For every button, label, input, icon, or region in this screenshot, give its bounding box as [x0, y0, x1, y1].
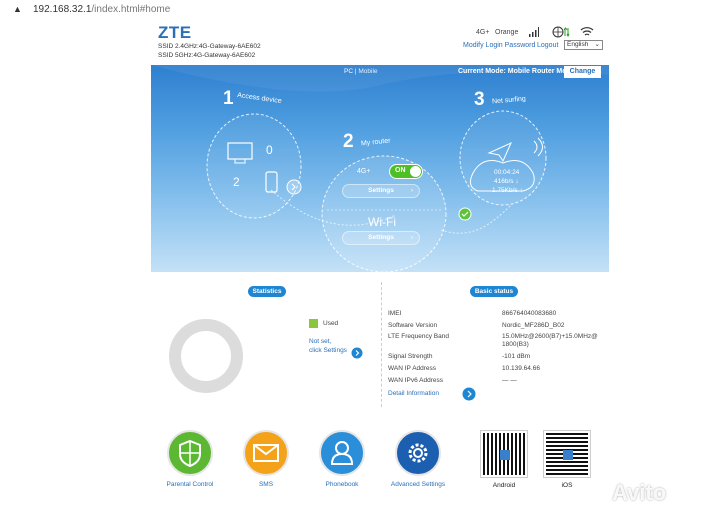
statistics-badge: Statistics: [248, 286, 286, 297]
not-set-text: Not set,: [309, 338, 332, 345]
step1-number: 1: [223, 88, 234, 109]
url-text[interactable]: 192.168.32.1/index.html#home: [33, 4, 170, 15]
step2-number: 2: [343, 131, 354, 152]
wan-ipv6-label: WAN IPv6 Address: [388, 377, 444, 384]
advanced-settings-label[interactable]: Advanced Settings: [377, 481, 459, 488]
wifi-label: Wi-Fi: [368, 215, 396, 229]
connected-check-icon: [458, 207, 472, 221]
signal-strength-label: Signal Strength: [388, 353, 433, 360]
zte-logo: ZTE: [158, 23, 192, 42]
detail-information-link[interactable]: Detail Information: [388, 390, 439, 397]
basic-status-badge: Basic status: [470, 286, 518, 297]
ios-label: iOS: [561, 482, 573, 489]
pc-mode-link[interactable]: PC: [344, 68, 353, 75]
avito-watermark: Avito: [612, 480, 667, 505]
statistics-settings-arrow-button[interactable]: [351, 347, 363, 359]
mobile-data-toggle[interactable]: ON: [389, 164, 423, 179]
wifi-icon: [580, 27, 594, 36]
browser-address-bar[interactable]: ▲ 192.168.32.1/index.html#home: [0, 0, 720, 20]
modify-password-link[interactable]: Modify Login Password: [463, 42, 535, 49]
access-device-arrow-button[interactable]: [286, 179, 302, 195]
download-rate: 416b/s ↓: [494, 178, 519, 185]
lte-band-value-line2: 1800(B3): [502, 341, 529, 348]
android-label: Android: [492, 482, 516, 489]
connection-duration: 00:04:24: [494, 169, 520, 176]
phonebook-label[interactable]: Phonebook: [306, 481, 378, 488]
usage-ring-chart: [169, 319, 243, 393]
internet-connected-icon: [552, 26, 570, 38]
person-icon[interactable]: [319, 430, 365, 476]
router-page: ZTE SSID 2.4GHz:4G-Gateway-6AE602 SSID 5…: [151, 20, 609, 521]
network-settings-button[interactable]: Settings ›: [342, 184, 420, 198]
computer-count: 0: [266, 143, 273, 157]
chevron-right-icon: ›: [410, 187, 413, 194]
mobile-mode-link[interactable]: Mobile: [358, 68, 377, 75]
signal-strength-value: -101 dBm: [502, 353, 531, 360]
android-qr-code: [480, 430, 528, 478]
chevron-right-icon: ›: [410, 234, 413, 241]
parental-control-label[interactable]: Parental Control: [154, 481, 226, 488]
lte-band-label: LTE Frequency Band: [388, 333, 449, 340]
view-mode-switch[interactable]: PC | Mobile: [344, 68, 378, 75]
imei-value: 866764040083680: [502, 310, 557, 317]
software-version-label: Software Version: [388, 322, 438, 329]
network-type: 4G+: [476, 29, 490, 36]
wan-ipv6-value: — —: [502, 377, 517, 384]
sms-label[interactable]: SMS: [230, 481, 302, 488]
warning-icon: ▲: [13, 4, 22, 14]
upload-rate: 1.75Kb/s ↑: [492, 187, 523, 194]
ios-qr-code: [543, 430, 591, 478]
operator-name: Orange: [495, 29, 519, 36]
imei-label: IMEI: [388, 310, 402, 317]
ssid-24: SSID 2.4GHz:4G-Gateway-6AE602: [158, 43, 261, 50]
wan-ip-value: 10.139.64.66: [502, 365, 540, 372]
wan-ip-label: WAN IP Address: [388, 365, 437, 372]
ssid-5: SSID 5GHz:4G-Gateway-6AE602: [158, 52, 256, 59]
network-label: 4G+: [357, 168, 371, 175]
language-select[interactable]: English ⌄: [564, 40, 603, 50]
shield-icon[interactable]: [167, 430, 213, 476]
section-divider: [381, 282, 382, 407]
chevron-down-icon: ⌄: [594, 41, 600, 48]
header: ZTE SSID 2.4GHz:4G-Gateway-6AE602 SSID 5…: [151, 20, 609, 66]
wifi-settings-button[interactable]: Settings ›: [342, 231, 420, 245]
hero-panel: PC | Mobile Current Mode: Mobile Router …: [151, 65, 609, 272]
gear-icon[interactable]: [395, 430, 441, 476]
envelope-icon[interactable]: [243, 430, 289, 476]
signal-icon: [529, 27, 539, 37]
lte-band-value: 15.0MHz@2600(B7)+15.0MHz@: [502, 333, 598, 340]
used-legend-swatch: [309, 319, 318, 328]
detail-arrow-button[interactable]: [462, 387, 476, 401]
phone-count: 2: [233, 175, 240, 189]
logout-link[interactable]: Logout: [537, 42, 558, 49]
software-version-value: Nordic_MF286D_B02: [502, 322, 565, 329]
current-mode-text: Current Mode: Mobile Router Mode: [458, 68, 575, 75]
click-settings-link[interactable]: click Settings: [309, 347, 347, 354]
change-mode-button[interactable]: Change: [564, 66, 601, 78]
step3-number: 3: [474, 89, 485, 110]
used-legend-label: Used: [323, 320, 339, 327]
